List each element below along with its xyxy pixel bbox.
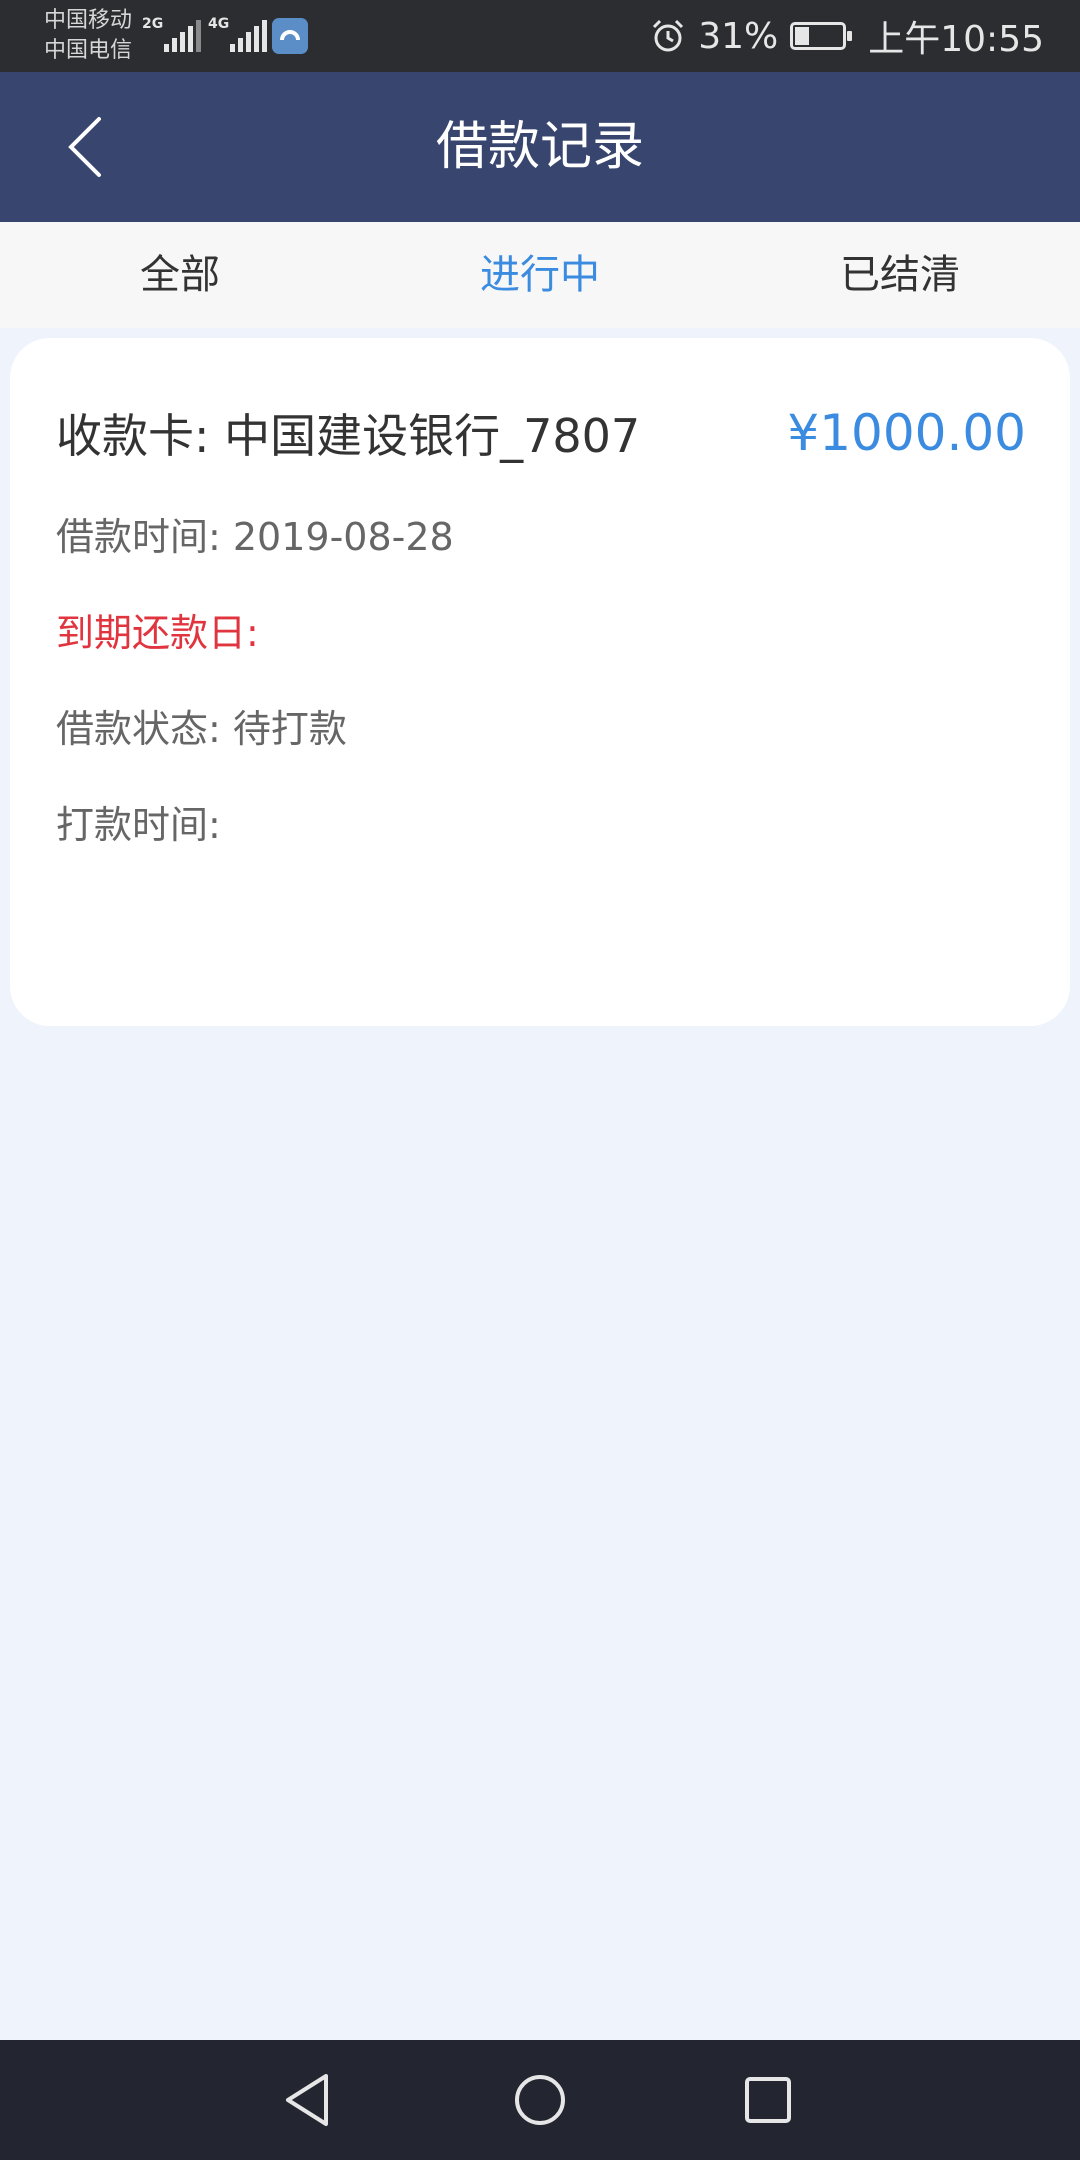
nav-recents-button[interactable]	[728, 2060, 808, 2140]
filter-tabs: 全部 进行中 已结清	[0, 222, 1080, 328]
loan-amount: ¥1000.00	[787, 404, 1026, 462]
page-title: 借款记录	[435, 117, 644, 177]
card-header: 收款卡: 中国建设银行_7807 ¥1000.00	[56, 398, 1026, 468]
carrier-2: 中国电信	[44, 38, 133, 63]
system-nav-bar	[0, 2040, 1080, 2160]
loan-time: 借款时间: 2019-08-28	[56, 515, 454, 559]
battery-percent: 31%	[698, 15, 779, 57]
back-button[interactable]	[40, 102, 130, 192]
payment-time: 打款时间:	[56, 803, 221, 847]
signal-icon-1	[164, 20, 201, 52]
network-label-2: 4G	[208, 16, 230, 32]
tab-in-progress[interactable]: 进行中	[360, 222, 720, 328]
nav-back-icon	[286, 2074, 328, 2126]
status-bar: 中国移动 中国电信 2G 4G 31% 上午10:55	[0, 0, 1080, 72]
signal-icon-2	[230, 20, 267, 52]
carrier-1: 中国移动	[44, 8, 133, 33]
network-label-1: 2G	[142, 16, 164, 32]
alarm-icon	[653, 19, 684, 52]
carrier-labels: 中国移动 中国电信	[44, 6, 132, 66]
nav-home-icon	[515, 2075, 565, 2125]
tab-settled[interactable]: 已结清	[720, 222, 1080, 328]
tab-all[interactable]: 全部	[0, 222, 360, 328]
back-arrow-icon	[68, 117, 101, 177]
clock: 上午10:55	[868, 19, 1044, 60]
nav-back-button[interactable]	[268, 2060, 348, 2140]
app-notification-icon	[272, 18, 308, 54]
loan-status: 借款状态: 待打款	[56, 707, 347, 751]
nav-recents-icon	[745, 2077, 791, 2123]
due-date: 到期还款日:	[56, 611, 259, 655]
battery-icon	[790, 22, 853, 50]
app-bar: 借款记录	[0, 72, 1080, 222]
status-right: 31% 上午10:55	[650, 0, 1044, 72]
receiving-card-label: 收款卡: 中国建设银行_7807	[56, 409, 641, 463]
loan-record-card[interactable]: 收款卡: 中国建设银行_7807 ¥1000.00 借款时间: 2019-08-…	[10, 338, 1070, 1026]
nav-home-button[interactable]	[500, 2060, 580, 2140]
